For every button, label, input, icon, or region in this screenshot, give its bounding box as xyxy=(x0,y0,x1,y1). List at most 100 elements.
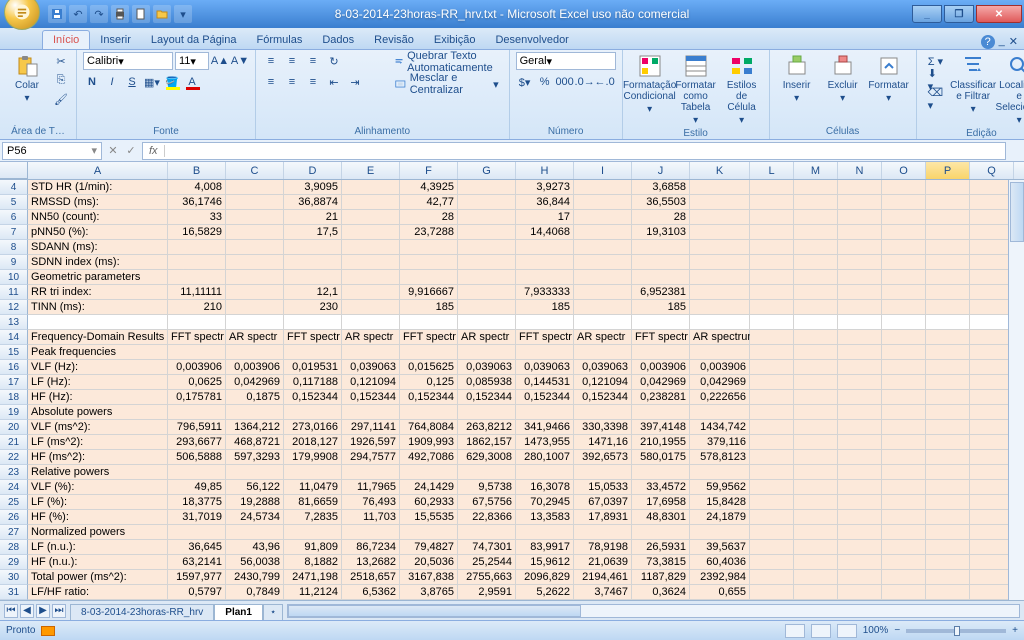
cell[interactable]: 67,5756 xyxy=(458,495,516,510)
cell[interactable] xyxy=(284,525,342,540)
tab-insert[interactable]: Inserir xyxy=(90,31,141,49)
cell[interactable] xyxy=(690,345,750,360)
cell[interactable]: 70,2945 xyxy=(516,495,574,510)
cell[interactable]: 185 xyxy=(516,300,574,315)
align-middle-icon[interactable]: ≡ xyxy=(283,52,301,70)
cell[interactable]: 1187,829 xyxy=(632,570,690,585)
fill-color-icon[interactable]: 🪣 xyxy=(163,73,181,91)
row-header[interactable]: 10 xyxy=(0,270,28,285)
cell[interactable] xyxy=(690,180,750,195)
cell[interactable] xyxy=(690,315,750,330)
new-icon[interactable] xyxy=(132,5,150,23)
cell[interactable]: VLF (Hz): xyxy=(28,360,168,375)
cell[interactable] xyxy=(342,195,400,210)
cell[interactable]: VLF (ms^2): xyxy=(28,420,168,435)
cell[interactable] xyxy=(400,525,458,540)
cell[interactable] xyxy=(926,375,970,390)
cell[interactable]: 28 xyxy=(632,210,690,225)
cell[interactable] xyxy=(168,255,226,270)
cell[interactable] xyxy=(794,330,838,345)
cell[interactable] xyxy=(750,435,794,450)
cell[interactable]: 263,8212 xyxy=(458,420,516,435)
cell[interactable] xyxy=(574,180,632,195)
cell[interactable]: 230 xyxy=(284,300,342,315)
cell[interactable]: 0,003906 xyxy=(632,360,690,375)
cell[interactable]: 74,7301 xyxy=(458,540,516,555)
cell[interactable]: 33 xyxy=(168,210,226,225)
cell[interactable]: 1434,742 xyxy=(690,420,750,435)
cell[interactable] xyxy=(690,405,750,420)
cell[interactable] xyxy=(882,225,926,240)
cell[interactable] xyxy=(284,240,342,255)
clear-icon[interactable]: ⌫ ▾ xyxy=(923,90,949,108)
cell[interactable] xyxy=(516,270,574,285)
cell[interactable]: 16,3078 xyxy=(516,480,574,495)
cell[interactable] xyxy=(342,315,400,330)
cell[interactable]: 31,7019 xyxy=(168,510,226,525)
cell[interactable]: AR spectr xyxy=(342,330,400,345)
bold-icon[interactable]: N xyxy=(83,73,101,91)
format-cells-button[interactable]: Formatar▾ xyxy=(868,52,910,106)
cell[interactable]: 36,844 xyxy=(516,195,574,210)
wrap-text-button[interactable]: Quebrar Texto Automaticamente xyxy=(391,52,503,72)
cell[interactable]: 0,144531 xyxy=(516,375,574,390)
cell[interactable] xyxy=(882,405,926,420)
row-header[interactable]: 22 xyxy=(0,450,28,465)
cell[interactable] xyxy=(284,255,342,270)
cell[interactable] xyxy=(750,510,794,525)
cell[interactable] xyxy=(574,210,632,225)
cell[interactable]: HF (n.u.): xyxy=(28,555,168,570)
cell[interactable]: 17,6958 xyxy=(632,495,690,510)
cell[interactable]: 15,8428 xyxy=(690,495,750,510)
cell[interactable] xyxy=(342,240,400,255)
cell[interactable]: 56,0038 xyxy=(226,555,284,570)
cell[interactable] xyxy=(750,240,794,255)
cell[interactable] xyxy=(400,255,458,270)
view-pagebreak-icon[interactable] xyxy=(837,624,857,638)
cell[interactable]: 91,809 xyxy=(284,540,342,555)
cell[interactable]: FFT spectr xyxy=(516,330,574,345)
cell[interactable] xyxy=(838,495,882,510)
cell[interactable]: STD HR (1/min): xyxy=(28,180,168,195)
cell[interactable]: 4,3925 xyxy=(400,180,458,195)
horizontal-scrollbar[interactable] xyxy=(287,604,1020,618)
cell[interactable] xyxy=(926,405,970,420)
cell[interactable] xyxy=(882,570,926,585)
cell[interactable] xyxy=(458,285,516,300)
cell[interactable]: 86,7234 xyxy=(342,540,400,555)
cell[interactable]: 1862,157 xyxy=(458,435,516,450)
cell[interactable] xyxy=(794,240,838,255)
cell[interactable] xyxy=(574,225,632,240)
cell[interactable] xyxy=(750,225,794,240)
cell[interactable] xyxy=(226,345,284,360)
minimize-ribbon-icon[interactable]: _ xyxy=(999,35,1005,49)
row-header[interactable]: 29 xyxy=(0,555,28,570)
cell[interactable] xyxy=(284,345,342,360)
cell[interactable] xyxy=(926,345,970,360)
cell[interactable] xyxy=(632,240,690,255)
cell[interactable] xyxy=(882,255,926,270)
cell[interactable] xyxy=(794,315,838,330)
cell[interactable]: 7,933333 xyxy=(516,285,574,300)
redo-icon[interactable]: ↷ xyxy=(90,5,108,23)
format-painter-icon[interactable]: 🖌 xyxy=(52,90,70,108)
cell[interactable] xyxy=(750,315,794,330)
cell[interactable] xyxy=(632,525,690,540)
cell[interactable]: 2518,657 xyxy=(342,570,400,585)
cell[interactable] xyxy=(750,330,794,345)
cell[interactable] xyxy=(400,240,458,255)
cell[interactable]: 210 xyxy=(168,300,226,315)
cell[interactable]: 23,7288 xyxy=(400,225,458,240)
cell[interactable]: 0,5797 xyxy=(168,585,226,600)
find-select-button[interactable]: Localizar e Selecionar▾ xyxy=(998,52,1024,128)
cell[interactable] xyxy=(882,375,926,390)
cell[interactable] xyxy=(882,330,926,345)
cell[interactable] xyxy=(838,585,882,600)
cell[interactable]: FFT spectr xyxy=(632,330,690,345)
cell[interactable] xyxy=(342,405,400,420)
cell[interactable] xyxy=(632,345,690,360)
cell[interactable]: 0,152344 xyxy=(574,390,632,405)
cell[interactable]: 3,9095 xyxy=(284,180,342,195)
cell[interactable] xyxy=(838,540,882,555)
cell[interactable]: 4,008 xyxy=(168,180,226,195)
